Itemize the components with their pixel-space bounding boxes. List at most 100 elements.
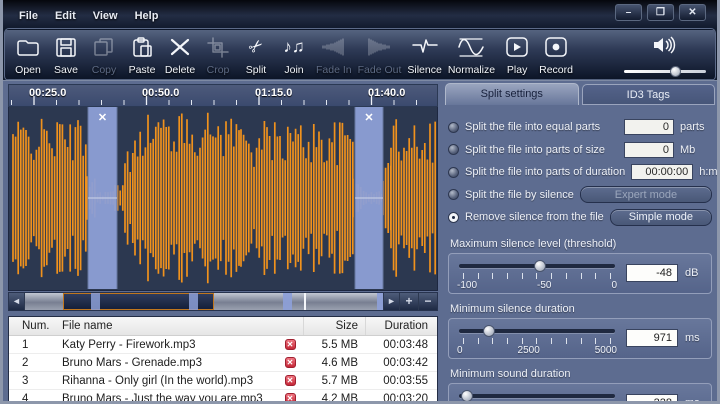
- part-size-input[interactable]: [624, 141, 674, 158]
- waveform-svg: ✕ ✕: [12, 107, 437, 289]
- save-button[interactable]: Save: [47, 32, 85, 77]
- slider-ticks: [463, 337, 611, 344]
- waveform-nav-bar: ◄ ► + −: [8, 292, 438, 311]
- delete-button[interactable]: Delete: [161, 32, 199, 77]
- record-icon: [543, 34, 569, 59]
- play-icon: [504, 34, 530, 59]
- normalize-button[interactable]: Normalize: [445, 32, 498, 77]
- toolbar-label: Open: [15, 64, 41, 76]
- close-button[interactable]: ✕: [679, 4, 706, 21]
- join-button[interactable]: ♪♫ Join: [275, 32, 313, 77]
- folder-open-icon: [15, 34, 41, 59]
- open-button[interactable]: Open: [9, 32, 47, 77]
- menu-help[interactable]: Help: [135, 10, 159, 22]
- slider-track[interactable]: [459, 259, 615, 272]
- remove-file-icon[interactable]: ✕: [284, 357, 296, 368]
- radio-selected-icon[interactable]: [448, 211, 459, 223]
- table-row[interactable]: 2 Bruno Mars - Grenade.mp3 ✕ 4.6 MB 00:0…: [9, 354, 437, 372]
- toolbar-label: Delete: [164, 64, 196, 76]
- table-row[interactable]: 3 Rihanna - Only girl (In the world).mp3…: [9, 372, 437, 390]
- min-silence-value-input[interactable]: [626, 328, 678, 347]
- timeline-ruler[interactable]: 00:25.0 00:50.0 01:15.0 01:40.0: [8, 84, 438, 107]
- waveform-area[interactable]: ✕ ✕: [8, 107, 438, 291]
- close-icon: ✕: [688, 7, 697, 18]
- remove-file-icon[interactable]: ✕: [284, 393, 296, 401]
- slider-track[interactable]: [459, 389, 615, 401]
- min-silence-group: Minimum silence duration 025005000 ms: [448, 303, 712, 359]
- header-file-name: File name: [62, 320, 113, 332]
- option-label: Split the file by silence: [465, 188, 574, 201]
- option-split-by-silence: Split the file by silence Expert mode: [448, 184, 712, 207]
- header-num: Num.: [22, 320, 50, 332]
- nav-split-marker: [189, 293, 198, 310]
- min-sound-slider[interactable]: [455, 389, 619, 401]
- toolbar-label: Crop: [206, 64, 230, 76]
- expert-mode-button[interactable]: Expert mode: [579, 186, 712, 204]
- header-duration: Duration: [365, 317, 437, 335]
- table-row[interactable]: 4 Bruno Mars - Just the way you are.mp3 …: [9, 390, 437, 404]
- volume-slider-thumb[interactable]: [669, 66, 681, 77]
- scroll-left-button[interactable]: ◄: [9, 293, 25, 310]
- min-sound-value-input[interactable]: [626, 393, 678, 401]
- radio-icon[interactable]: [448, 121, 459, 133]
- minimize-button[interactable]: –: [615, 4, 642, 21]
- radio-icon[interactable]: [448, 166, 459, 178]
- fade-out-button[interactable]: Fade Out: [355, 32, 405, 77]
- play-button[interactable]: Play: [498, 32, 536, 77]
- slider-track[interactable]: [459, 324, 615, 337]
- split-settings-body: Split the file into equal parts parts Sp…: [443, 105, 717, 401]
- fade-in-button[interactable]: Fade In: [313, 32, 355, 77]
- toolbar-label: Split: [245, 64, 267, 76]
- row-size: 4.2 MB: [321, 392, 358, 404]
- settings-panel: Split settings ID3 Tags Split the file i…: [443, 83, 717, 401]
- slider-ticks: [463, 272, 611, 279]
- band-close-icon[interactable]: ✕: [364, 112, 373, 124]
- slider-thumb[interactable]: [460, 389, 473, 401]
- menu-file[interactable]: File: [19, 10, 38, 22]
- band-close-icon[interactable]: ✕: [98, 112, 107, 124]
- split-button[interactable]: ✂ Split: [237, 32, 275, 77]
- menu-edit[interactable]: Edit: [55, 10, 76, 22]
- remove-file-icon[interactable]: ✕: [284, 375, 296, 386]
- floppy-save-icon: [53, 34, 79, 59]
- file-list-header: Num. File name Size Duration: [9, 317, 437, 336]
- radio-icon[interactable]: [448, 189, 459, 201]
- row-file-name: Katy Perry - Firework.mp3: [62, 338, 196, 351]
- maximize-button[interactable]: ❐: [647, 4, 674, 21]
- silence-button[interactable]: Silence: [404, 32, 444, 77]
- speaker-volume-icon: [651, 34, 679, 61]
- scroll-right-button[interactable]: ►: [383, 293, 399, 310]
- clipboard-paste-icon: [129, 34, 155, 59]
- radio-icon[interactable]: [448, 144, 459, 156]
- slider-thumb[interactable]: [482, 324, 495, 337]
- record-button[interactable]: Record: [536, 32, 576, 77]
- menu-view[interactable]: View: [93, 10, 118, 22]
- min-silence-slider[interactable]: 0 2500 5000: [455, 324, 619, 359]
- copy-button[interactable]: Copy: [85, 32, 123, 77]
- option-split-by-duration: Split the file into parts of duration h:…: [448, 161, 717, 184]
- minimize-icon: –: [625, 7, 632, 18]
- simple-mode-button[interactable]: Simple mode: [609, 208, 712, 226]
- paste-button[interactable]: Paste: [123, 32, 161, 77]
- threshold-slider[interactable]: -100 -50 0: [455, 259, 619, 294]
- slider-scale: 0 2500 5000: [457, 344, 617, 356]
- threshold-value-input[interactable]: [626, 263, 678, 282]
- tab-id3-tags[interactable]: ID3 Tags: [581, 84, 715, 105]
- zoom-in-button[interactable]: +: [399, 293, 418, 310]
- part-duration-input[interactable]: [631, 164, 694, 181]
- slider-thumb[interactable]: [534, 259, 547, 272]
- row-file-name: Bruno Mars - Just the way you are.mp3: [62, 392, 263, 404]
- row-num: 1: [22, 338, 29, 351]
- table-row[interactable]: 1 Katy Perry - Firework.mp3 ✕ 5.5 MB 00:…: [9, 336, 437, 354]
- tab-split-settings[interactable]: Split settings: [445, 83, 579, 105]
- remove-file-icon[interactable]: ✕: [284, 339, 296, 350]
- option-remove-silence: Remove silence from the file Simple mode: [448, 206, 712, 229]
- zoom-out-button[interactable]: −: [418, 293, 437, 310]
- row-num: 4: [22, 392, 29, 404]
- plus-icon: +: [405, 294, 413, 308]
- volume-slider[interactable]: [624, 66, 706, 77]
- equal-parts-input[interactable]: [624, 119, 674, 136]
- crop-button[interactable]: Crop: [199, 32, 237, 77]
- nav-track[interactable]: [25, 293, 383, 310]
- option-split-by-size: Split the file into parts of size Mb: [448, 139, 712, 162]
